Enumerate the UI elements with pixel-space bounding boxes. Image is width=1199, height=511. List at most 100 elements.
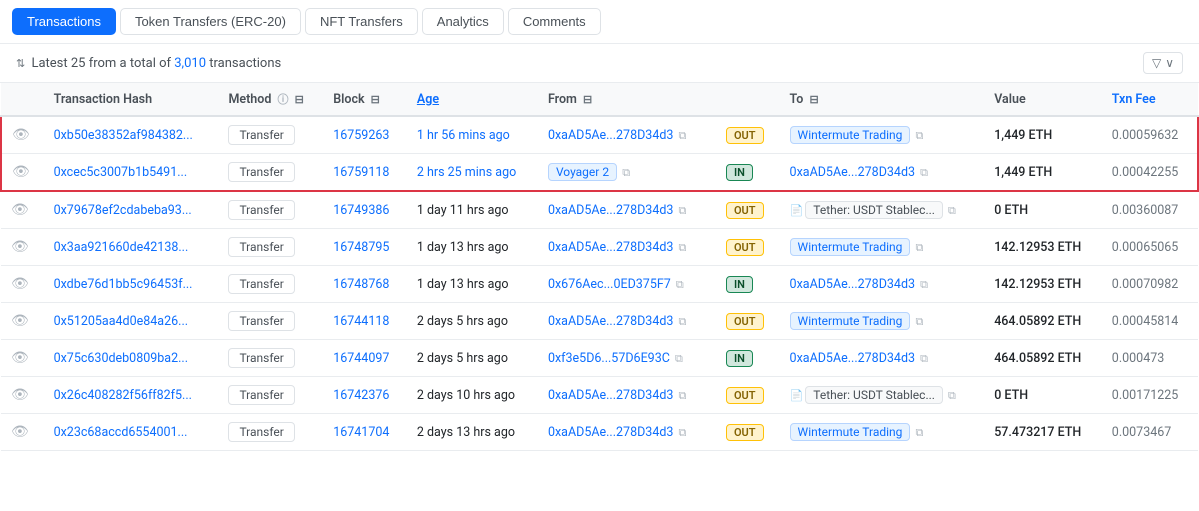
from-address-link[interactable]: 0xaAD5Ae...278D34d3 [548,314,673,329]
tab-token-transfers[interactable]: Token Transfers (ERC-20) [120,8,301,35]
copy-icon[interactable]: ⧉ [679,204,687,217]
copy-icon[interactable]: ⧉ [679,315,687,328]
filter-dropdown-icon: ∨ [1165,56,1174,70]
tx-hash-link[interactable]: 0x51205aa4d0e84a26... [54,314,188,329]
block-link[interactable]: 16748768 [333,277,389,292]
copy-icon[interactable]: ⧉ [622,166,630,179]
to-address-link[interactable]: 0xaAD5Ae...278D34d3 [790,277,915,292]
to-address-link[interactable]: 0xaAD5Ae...278D34d3 [790,351,915,366]
to-address-link[interactable]: 0xaAD5Ae...278D34d3 [790,165,915,180]
method-badge: Transfer [228,274,294,294]
from-address-link[interactable]: 0xaAD5Ae...278D34d3 [548,203,673,218]
method-info-icon[interactable]: ⓘ [278,93,289,106]
to-named-entity[interactable]: Wintermute Trading [790,312,911,330]
to-named-entity[interactable]: Wintermute Trading [790,238,911,256]
block-link[interactable]: 16749386 [333,203,389,218]
from-address-link[interactable]: 0xaAD5Ae...278D34d3 [548,425,673,440]
eye-icon[interactable]: 👁 [11,313,29,329]
block-filter-icon[interactable]: ⊟ [371,93,380,106]
block-link[interactable]: 16759118 [333,165,389,180]
copy-icon[interactable]: ⧉ [916,426,924,439]
col-age: Age [407,83,538,116]
block-link[interactable]: 16748795 [333,240,389,255]
copy-icon[interactable]: ⧉ [679,389,687,402]
eye-icon[interactable]: 👁 [11,239,29,255]
method-badge: Transfer [228,237,294,257]
eye-icon[interactable]: 👁 [11,424,29,440]
from-filter-icon[interactable]: ⊟ [583,93,592,106]
to-filter-icon[interactable]: ⊟ [809,93,818,106]
block-link[interactable]: 16744118 [333,314,389,329]
from-address-link[interactable]: 0x676Aec...0ED375F7 [548,277,671,292]
block-link[interactable]: 16759263 [333,128,389,143]
table-row: 👁0x3aa921660de42138...Transfer167487951 … [1,229,1198,266]
method-filter-icon[interactable]: ⊟ [295,93,304,106]
eye-icon[interactable]: 👁 [11,387,29,403]
tx-hash-link[interactable]: 0xcec5c3007b1b5491... [54,165,188,180]
to-named-entity[interactable]: Tether: USDT Stablec... [805,386,943,404]
copy-icon[interactable]: ⧉ [948,204,956,217]
total-link[interactable]: 3,010 [174,56,206,71]
copy-icon[interactable]: ⧉ [948,389,956,402]
tx-hash-link[interactable]: 0xb50e38352af984382... [54,128,193,143]
copy-icon[interactable]: ⧉ [679,426,687,439]
direction-badge: IN [726,276,753,293]
copy-icon[interactable]: ⧉ [920,278,928,291]
to-cell: 0xaAD5Ae...278D34d3 ⧉ [780,340,985,377]
eye-icon[interactable]: 👁 [11,276,29,292]
to-named-entity[interactable]: Wintermute Trading [790,423,911,441]
method-badge: Transfer [228,385,294,405]
copy-icon[interactable]: ⧉ [676,278,684,291]
tx-hash-link[interactable]: 0x3aa921660de42138... [54,240,189,255]
tx-hash-link[interactable]: 0x26c408282f56ff82f5... [54,388,192,403]
value-cell: 464.05892 ETH [984,303,1102,340]
direction-cell: OUT [712,116,780,154]
from-address-link[interactable]: 0xaAD5Ae...278D34d3 [548,240,673,255]
copy-icon[interactable]: ⧉ [920,166,928,179]
copy-icon[interactable]: ⧉ [916,241,924,254]
from-cell: Voyager 2 ⧉ [538,154,712,192]
age-cell: 2 days 5 hrs ago [407,303,538,340]
tx-hash-link[interactable]: 0xdbe76d1bb5c96453f... [54,277,193,292]
table-row: 👁0x75c630deb0809ba2...Transfer167440972 … [1,340,1198,377]
eye-icon[interactable]: 👁 [12,127,30,143]
method-badge: Transfer [228,200,294,220]
eye-icon[interactable]: 👁 [12,164,30,180]
tab-analytics[interactable]: Analytics [422,8,504,35]
col-txn-fee: Txn Fee [1102,83,1198,116]
filter-button[interactable]: ▽ ∨ [1143,52,1183,74]
block-link[interactable]: 16744097 [333,351,389,366]
fee-cell: 0.00360087 [1102,191,1198,229]
from-address-link[interactable]: 0xf3e5D6...57D6E93C [548,351,670,366]
to-named-entity[interactable]: Tether: USDT Stablec... [805,201,943,219]
tx-hash-link[interactable]: 0x79678ef2cdabeba93... [54,203,192,218]
to-named-entity[interactable]: Wintermute Trading [790,126,911,144]
from-named-entity[interactable]: Voyager 2 [548,163,617,181]
block-link[interactable]: 16741704 [333,425,389,440]
eye-icon[interactable]: 👁 [11,350,29,366]
direction-badge: IN [726,164,753,181]
to-cell: 0xaAD5Ae...278D34d3 ⧉ [780,266,985,303]
block-link[interactable]: 16742376 [333,388,389,403]
tab-transactions[interactable]: Transactions [12,8,116,35]
col-from: From ⊟ [538,83,712,116]
tab-comments[interactable]: Comments [508,8,601,35]
from-address-link[interactable]: 0xaAD5Ae...278D34d3 [548,388,673,403]
fee-cell: 0.00070982 [1102,266,1198,303]
table-row: 👁0xdbe76d1bb5c96453f...Transfer167487681… [1,266,1198,303]
copy-icon[interactable]: ⧉ [675,352,683,365]
copy-icon[interactable]: ⧉ [920,352,928,365]
tx-hash-link[interactable]: 0x23c68accd6554001... [54,425,188,440]
copy-icon[interactable]: ⧉ [916,315,924,328]
from-address-link[interactable]: 0xaAD5Ae...278D34d3 [548,128,673,143]
copy-icon[interactable]: ⧉ [679,241,687,254]
tx-hash-link[interactable]: 0x75c630deb0809ba2... [54,351,188,366]
eye-icon[interactable]: 👁 [11,202,29,218]
copy-icon[interactable]: ⧉ [916,129,924,142]
tab-nft-transfers[interactable]: NFT Transfers [305,8,418,35]
table-body: 👁 0xb50e38352af984382... Transfer 16759263 1… [1,116,1198,451]
copy-icon[interactable]: ⧉ [679,129,687,142]
age-cell: 2 days 10 hrs ago [407,377,538,414]
from-cell: 0xaAD5Ae...278D34d3 ⧉ [538,377,712,414]
from-cell: 0xaAD5Ae...278D34d3 ⧉ [538,116,712,154]
